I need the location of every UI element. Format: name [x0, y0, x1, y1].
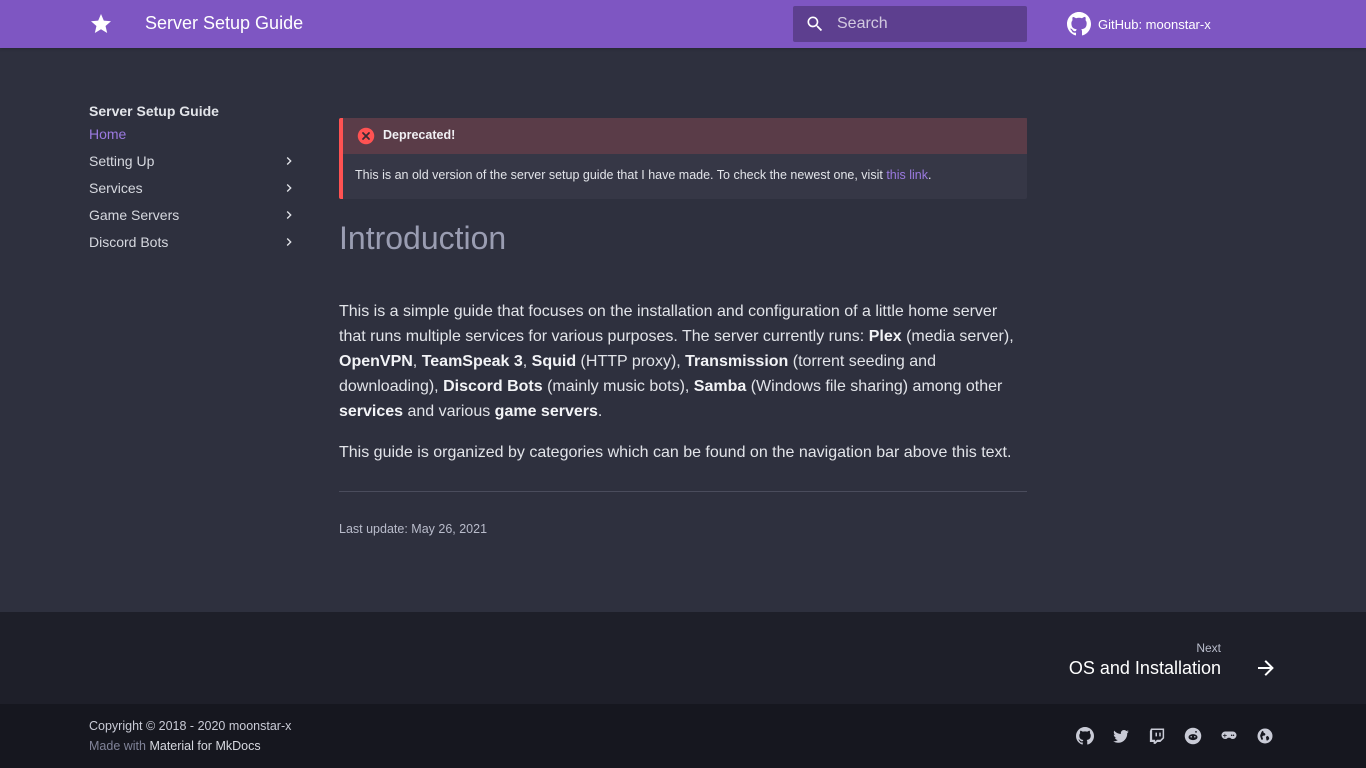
chevron-right-icon [286, 211, 292, 219]
main-content: Deprecated! This is an old version of th… [339, 118, 1027, 536]
github-icon[interactable] [1076, 727, 1094, 745]
nav-title: Server Setup Guide [89, 103, 219, 119]
github-icon [1067, 12, 1091, 36]
sidebar-item-discord-bots[interactable]: Discord Bots [89, 229, 299, 256]
bold-term: Discord Bots [443, 378, 543, 395]
text: (HTTP proxy), [576, 353, 686, 370]
text: , [522, 353, 532, 370]
text: , [412, 353, 422, 370]
divider [339, 491, 1027, 492]
newest-guide-link[interactable]: this link [886, 168, 928, 182]
twitch-icon[interactable] [1148, 727, 1166, 745]
sidebar-item-home[interactable]: Home [89, 121, 299, 148]
gamepad-icon[interactable] [1220, 727, 1238, 745]
arrow-right-icon[interactable] [1254, 656, 1278, 680]
admonition-body: This is an old version of the server set… [355, 168, 931, 182]
footer-meta: Copyright © 2018 - 2020 moonstar-x Made … [0, 704, 1366, 768]
reddit-icon[interactable] [1184, 727, 1202, 745]
text: (Windows file sharing) among other [746, 378, 1003, 395]
sidebar-item-label: Services [89, 180, 143, 196]
search-input[interactable] [837, 6, 1017, 42]
chevron-right-icon [286, 184, 292, 192]
top-header: Server Setup Guide GitHub: moonstar-x [0, 0, 1366, 48]
bold-term: OpenVPN [339, 353, 413, 370]
site-title[interactable]: Server Setup Guide [145, 13, 303, 34]
bold-term: Plex [868, 328, 902, 345]
page-title: Introduction [339, 220, 507, 256]
admonition-title-bar: Deprecated! [343, 118, 1027, 154]
bold-term: TeamSpeak 3 [421, 353, 523, 370]
admonition-text: This is an old version of the server set… [355, 168, 887, 182]
error-circle-icon [357, 127, 375, 145]
bold-term: Samba [693, 378, 747, 395]
organization-paragraph: This guide is organized by categories wh… [339, 444, 1012, 461]
bold-term: Squid [531, 353, 577, 370]
text: (media server), [901, 328, 1014, 345]
sidebar-item-setting-up[interactable]: Setting Up [89, 148, 299, 175]
made-with: Made with Material for MkDocs [89, 739, 261, 753]
made-with-text: Made with [89, 739, 150, 753]
admonition-title: Deprecated! [383, 128, 456, 142]
star-logo-icon[interactable] [89, 12, 113, 36]
deprecated-admonition: Deprecated! This is an old version of th… [339, 118, 1027, 199]
footer-navigation: Next OS and Installation [0, 612, 1366, 704]
last-update: Last update: May 26, 2021 [339, 522, 488, 536]
globe-icon[interactable] [1256, 727, 1274, 745]
sidebar-item-services[interactable]: Services [89, 175, 299, 202]
sidebar-item-label: Home [89, 126, 127, 142]
search-icon [807, 16, 823, 32]
copyright: Copyright © 2018 - 2020 moonstar-x [89, 719, 292, 733]
bold-term: services [339, 403, 404, 420]
chevron-right-icon [286, 238, 292, 246]
text: and various [403, 403, 495, 420]
sidebar-item-label: Game Servers [89, 207, 180, 223]
material-mkdocs-link[interactable]: Material for MkDocs [149, 739, 260, 753]
social-links [1076, 727, 1292, 745]
bold-term: Transmission [685, 353, 789, 370]
repo-label: GitHub: moonstar-x [1098, 16, 1211, 32]
text: . [597, 403, 603, 420]
twitter-icon[interactable] [1112, 727, 1130, 745]
admonition-text-end: . [928, 168, 932, 182]
chevron-right-icon [286, 157, 292, 165]
next-label: Next [1196, 641, 1221, 655]
sidebar-item-label: Setting Up [89, 153, 155, 169]
sidebar-item-game-servers[interactable]: Game Servers [89, 202, 299, 229]
bold-term: game servers [494, 403, 598, 420]
text: (mainly music bots), [542, 378, 694, 395]
sidebar-item-label: Discord Bots [89, 234, 169, 250]
search-box[interactable] [793, 6, 1027, 42]
github-repo-link[interactable]: GitHub: moonstar-x [1067, 12, 1211, 36]
next-page-title[interactable]: OS and Installation [1069, 658, 1221, 679]
sidebar-nav: Server Setup Guide Home Setting Up Servi… [89, 101, 299, 256]
intro-paragraph: This is a simple guide that focuses on t… [339, 299, 1027, 424]
